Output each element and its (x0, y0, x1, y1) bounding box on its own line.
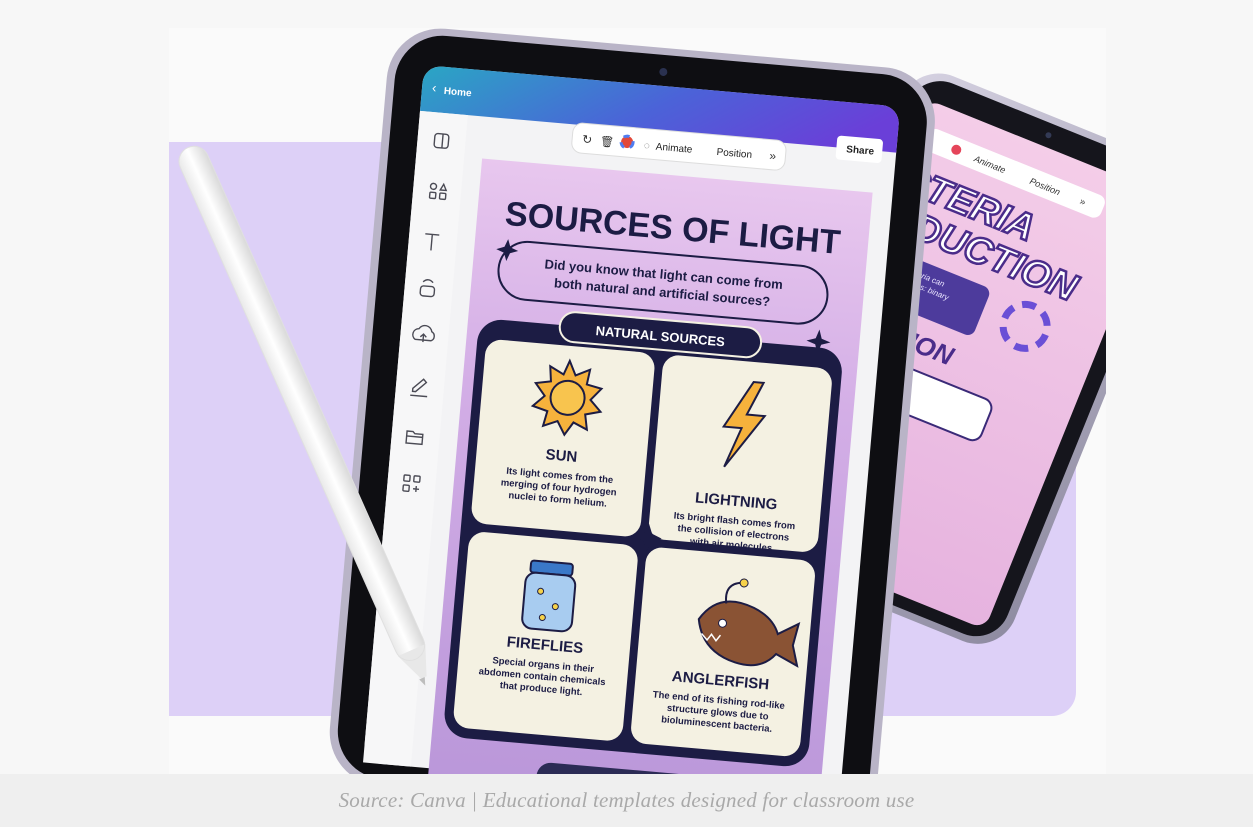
caption-text: Source: Canva | Educational templates de… (338, 788, 915, 812)
animate-icon[interactable]: ◌ (643, 141, 650, 152)
fireflies-jar-icon (521, 559, 577, 633)
caption-bar: Source: Canva | Educational templates de… (0, 774, 1253, 827)
delete-icon[interactable]: 🗑 (599, 135, 614, 149)
product-photo: Animate Position » CTERIA ODUCTION exual… (169, 28, 1106, 780)
page-frame: Animate Position » CTERIA ODUCTION exual… (0, 6, 1253, 827)
card-title: SUN (545, 446, 578, 466)
rotate-icon[interactable]: ↻ (582, 132, 593, 147)
tablets-illustration: Animate Position » CTERIA ODUCTION exual… (178, 28, 1106, 780)
poster[interactable]: SOURCES OF LIGHT Did you know that light… (426, 158, 873, 780)
